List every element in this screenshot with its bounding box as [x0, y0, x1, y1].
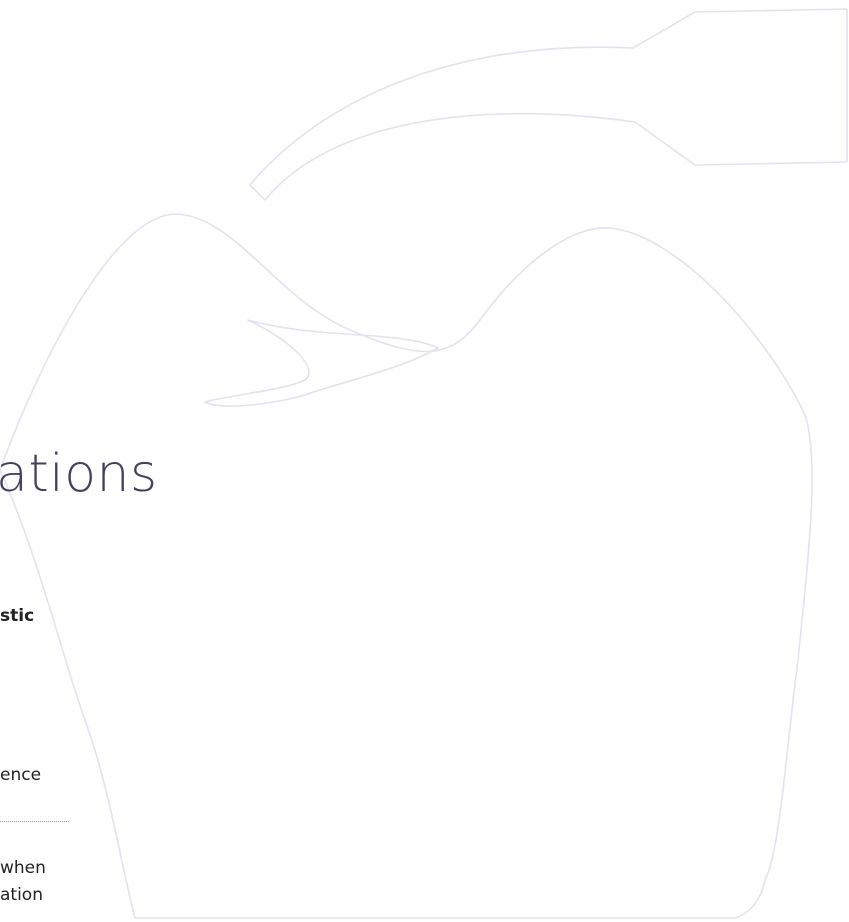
body-text-line-2: when: [0, 858, 46, 878]
body-text-line-1: ence: [0, 765, 42, 785]
body-text-line-3: ation: [0, 885, 43, 905]
dotted-divider: [0, 821, 69, 822]
section-subtitle: stic: [0, 606, 35, 626]
page: ations stic ence when ation: [0, 0, 849, 922]
section-heading: ations: [0, 444, 158, 504]
